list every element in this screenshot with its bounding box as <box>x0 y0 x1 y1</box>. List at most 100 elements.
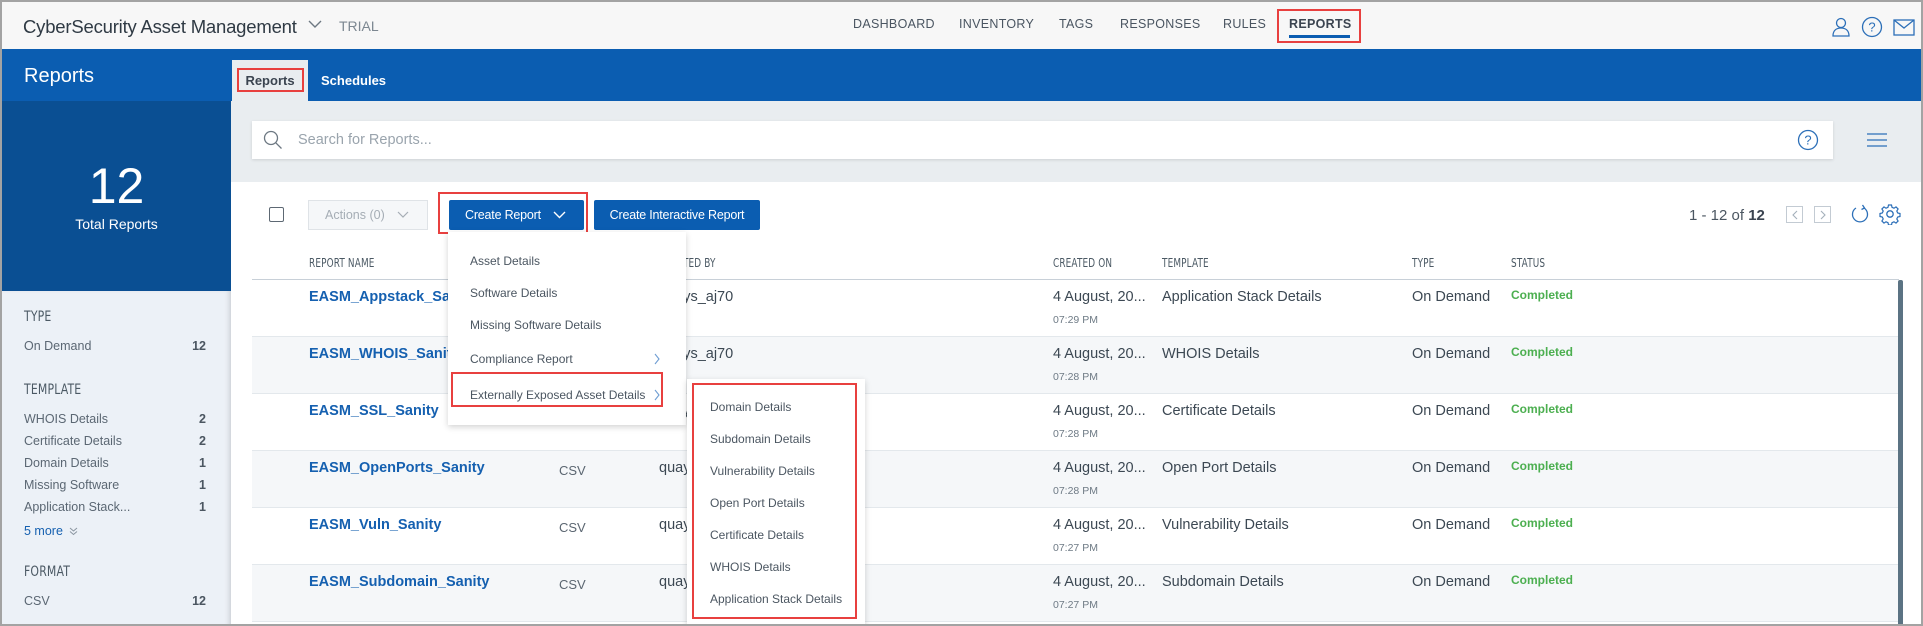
status-badge: Completed <box>1511 459 1574 473</box>
submenu-item-certificate-details[interactable]: Certificate Details <box>710 528 804 542</box>
report-name-link[interactable]: EASM_Vuln_Sanity <box>309 517 441 533</box>
chevron-right-icon <box>654 389 660 401</box>
help-icon[interactable]: ? <box>1797 129 1819 151</box>
filter-item[interactable]: Certificate Details 2 <box>24 434 206 448</box>
filter-count: 2 <box>199 412 206 426</box>
nav-active-indicator <box>1289 35 1350 38</box>
refresh-icon[interactable] <box>1849 203 1871 225</box>
next-page-button[interactable] <box>1814 206 1831 223</box>
submenu-item-whois-details[interactable]: WHOIS Details <box>710 560 791 574</box>
report-template: WHOIS Details <box>1162 346 1260 362</box>
filter-heading-template: TEMPLATE <box>24 382 82 398</box>
settings-gear-icon[interactable] <box>1879 203 1901 225</box>
submenu-item-open-port-details[interactable]: Open Port Details <box>710 496 805 510</box>
search-input[interactable] <box>298 121 1778 159</box>
table-row[interactable]: EASM_Subdomain_Sanity CSV quays_aj70 4 A… <box>252 565 1899 622</box>
report-name-link[interactable]: EASM_SSL_Sanity <box>309 403 439 419</box>
report-type: On Demand <box>1412 346 1491 362</box>
column-header-template[interactable]: TEMPLATE <box>1162 256 1209 270</box>
column-header-type[interactable]: TYPE <box>1412 256 1434 270</box>
nav-reports[interactable]: REPORTS <box>1289 17 1352 31</box>
column-header-created-on[interactable]: CREATED ON <box>1053 256 1112 270</box>
chevron-down-icon <box>553 211 566 219</box>
app-window: CyberSecurity Asset Management TRIAL DAS… <box>0 0 1923 626</box>
report-name-link[interactable]: EASM_WHOIS_Sanity <box>309 346 460 362</box>
svg-text:?: ? <box>1804 133 1811 148</box>
report-template: Vulnerability Details <box>1162 517 1289 533</box>
report-created-date: 4 August, 20... <box>1053 517 1146 533</box>
nav-rules[interactable]: RULES <box>1223 17 1266 31</box>
report-type: On Demand <box>1412 460 1491 476</box>
submenu-item-vulnerability-details[interactable]: Vulnerability Details <box>710 464 815 478</box>
report-created-date: 4 August, 20... <box>1053 346 1146 362</box>
actions-button[interactable]: Actions (0) <box>308 200 428 230</box>
table-row[interactable]: EASM_OpenPorts_Sanity CSV quays_aj70 4 A… <box>252 451 1899 508</box>
select-all-checkbox[interactable] <box>269 207 284 222</box>
filter-count: 12 <box>192 339 206 353</box>
report-created-time: 07:29 PM <box>1053 314 1098 326</box>
show-more-link[interactable]: 5 more <box>24 524 78 538</box>
chevron-down-icon <box>397 211 409 218</box>
report-format: CSV <box>559 577 586 592</box>
nav-responses[interactable]: RESPONSES <box>1120 17 1201 31</box>
app-title: CyberSecurity Asset Management <box>23 16 297 37</box>
filter-count: 1 <box>199 456 206 470</box>
mail-icon[interactable] <box>1893 16 1915 38</box>
menu-item-software-details[interactable]: Software Details <box>470 286 557 300</box>
report-created-date: 4 August, 20... <box>1053 574 1146 590</box>
report-created-time: 07:28 PM <box>1053 485 1098 497</box>
status-badge: Completed <box>1511 516 1574 530</box>
chevron-right-icon <box>1820 210 1826 220</box>
column-header-report-name[interactable]: REPORT NAME <box>309 256 375 270</box>
table-scrollbar[interactable] <box>1898 280 1903 624</box>
total-reports-count: 12 <box>88 158 145 214</box>
column-header-status[interactable]: STATUS <box>1511 256 1545 270</box>
filter-label: On Demand <box>24 339 92 353</box>
filter-item[interactable]: Application Stack... 1 <box>24 500 206 514</box>
submenu-item-subdomain-details[interactable]: Subdomain Details <box>710 432 811 446</box>
filter-item[interactable]: Domain Details 1 <box>24 456 206 470</box>
nav-tags[interactable]: TAGS <box>1059 17 1093 31</box>
search-icon <box>263 130 282 149</box>
report-template: Open Port Details <box>1162 460 1277 476</box>
create-interactive-report-button[interactable]: Create Interactive Report <box>594 200 760 230</box>
report-format: CSV <box>559 463 586 478</box>
report-name-link[interactable]: EASM_OpenPorts_Sanity <box>309 460 485 476</box>
total-reports-label: Total Reports <box>75 216 158 232</box>
chevron-down-icon[interactable] <box>308 19 322 29</box>
filter-item[interactable]: WHOIS Details 2 <box>24 412 206 426</box>
total-reports-card: 12 Total Reports <box>2 101 231 291</box>
user-icon[interactable] <box>1830 16 1852 38</box>
tab-reports[interactable]: Reports <box>232 60 308 101</box>
tab-schedules[interactable]: Schedules <box>308 60 399 101</box>
tab-reports-label: Reports <box>245 73 295 88</box>
help-icon[interactable]: ? <box>1861 16 1883 38</box>
report-name-link[interactable]: EASM_Subdomain_Sanity <box>309 574 489 590</box>
menu-item-asset-details[interactable]: Asset Details <box>470 254 540 268</box>
submenu-item-domain-details[interactable]: Domain Details <box>710 400 791 414</box>
double-chevron-down-icon <box>69 527 78 536</box>
status-badge: Completed <box>1511 345 1574 359</box>
filter-item[interactable]: CSV 12 <box>24 594 206 608</box>
filter-item[interactable]: On Demand 12 <box>24 339 206 353</box>
sidebar-title: Reports <box>24 65 95 87</box>
create-interactive-label: Create Interactive Report <box>609 208 745 222</box>
create-report-menu: Asset Details Software Details Missing S… <box>448 232 686 425</box>
previous-page-button[interactable] <box>1786 206 1803 223</box>
filter-heading-type: TYPE <box>24 309 52 325</box>
top-header: CyberSecurity Asset Management TRIAL DAS… <box>2 2 1921 49</box>
hamburger-menu-icon[interactable] <box>1866 132 1888 148</box>
create-report-button[interactable]: Create Report <box>449 200 584 230</box>
menu-item-externally-exposed-asset-details[interactable]: Externally Exposed Asset Details <box>470 388 645 402</box>
filter-label: Application Stack... <box>24 500 131 514</box>
tab-schedules-label: Schedules <box>321 73 387 88</box>
nav-inventory[interactable]: INVENTORY <box>959 17 1034 31</box>
submenu-item-application-stack-details[interactable]: Application Stack Details <box>710 592 842 606</box>
filter-item[interactable]: Missing Software 1 <box>24 478 206 492</box>
table-row[interactable]: EASM_Vuln_Sanity CSV quays_aj70 4 August… <box>252 508 1899 565</box>
report-created-time: 07:28 PM <box>1053 428 1098 440</box>
menu-item-compliance-report[interactable]: Compliance Report <box>470 352 573 366</box>
menu-item-missing-software-details[interactable]: Missing Software Details <box>470 318 601 332</box>
nav-dashboard[interactable]: DASHBOARD <box>853 17 935 31</box>
actions-label: Actions (0) <box>325 208 385 222</box>
